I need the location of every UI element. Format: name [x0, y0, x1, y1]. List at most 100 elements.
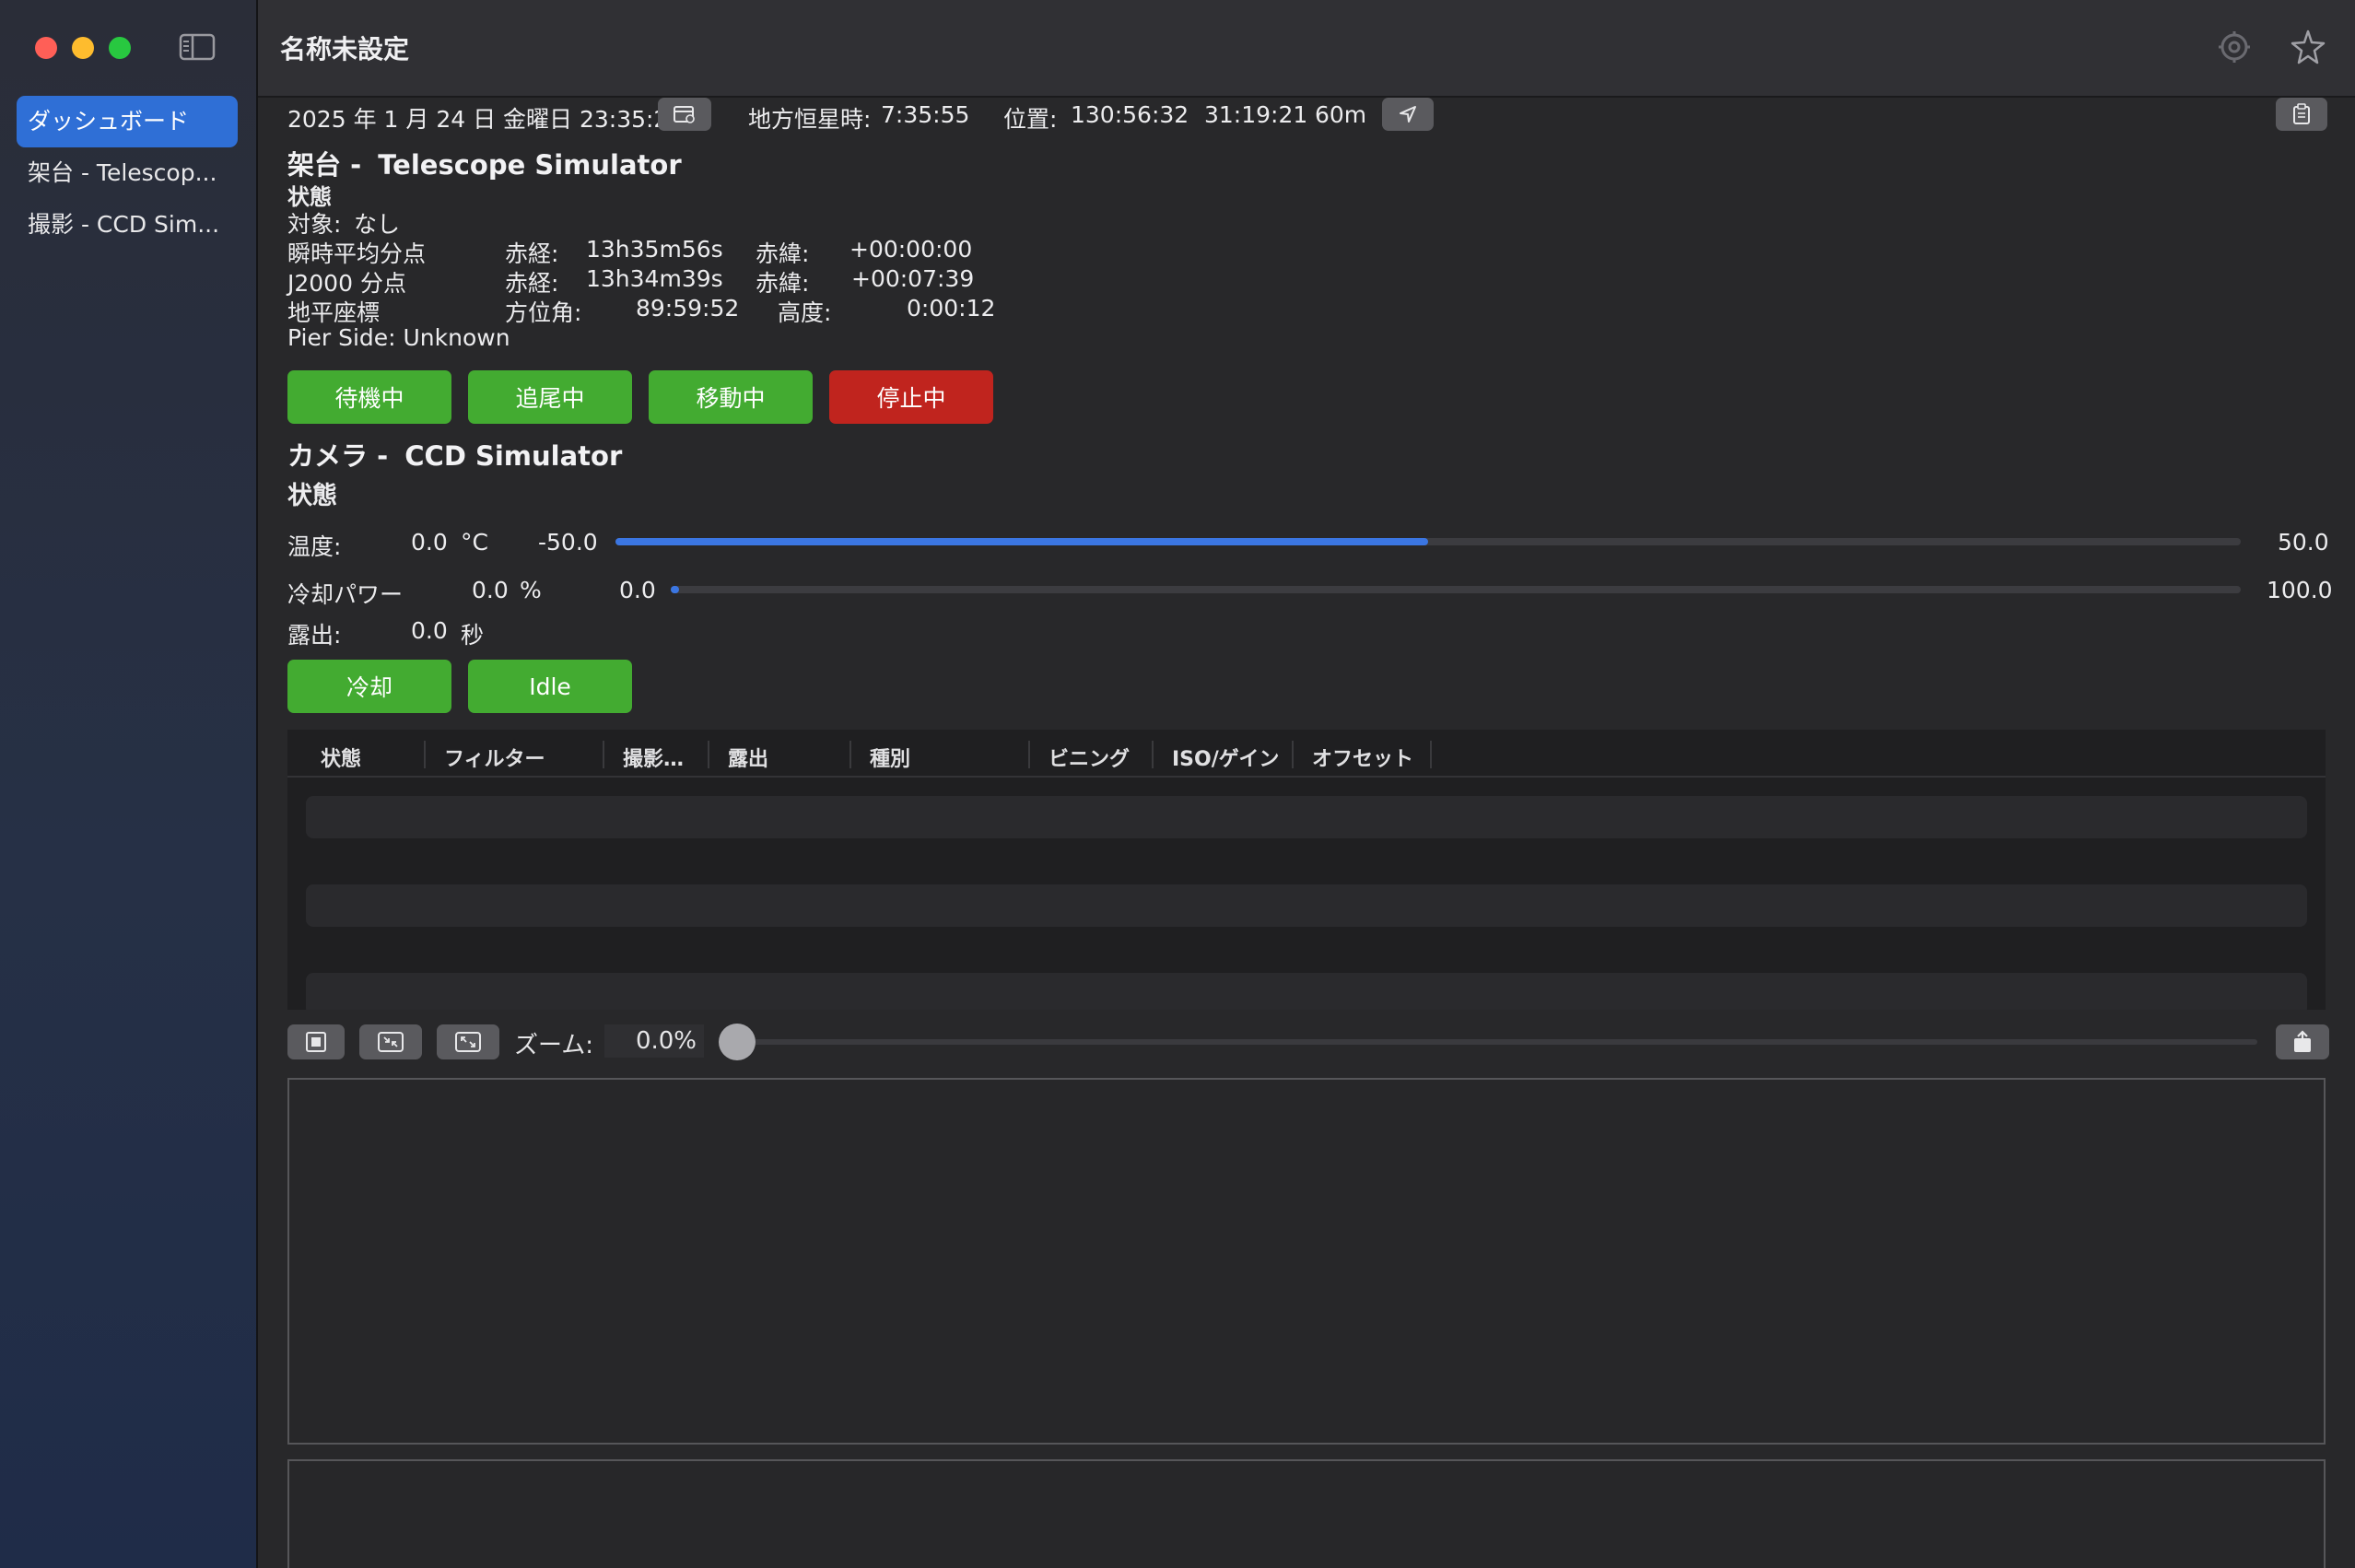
temperature-value: 0.0 — [411, 529, 448, 556]
column-separator — [1152, 741, 1154, 768]
location-longitude: 130:56:32 — [1071, 101, 1189, 128]
slewing-button[interactable]: 移動中 — [649, 370, 813, 424]
sidebar-toggle-icon[interactable] — [179, 33, 216, 61]
image-preview-panel — [287, 1078, 2326, 1445]
table-header: 状態 フィルター 撮影… 露出 種別 ビニング ISO/ゲイン オフセット — [287, 730, 2326, 778]
tracking-button[interactable]: 追尾中 — [468, 370, 632, 424]
cooler-power-min: 0.0 — [619, 577, 656, 603]
column-header-filter[interactable]: フィルター — [444, 743, 545, 772]
coord-key: 方位角: — [505, 299, 582, 326]
table-row[interactable] — [306, 884, 2307, 927]
camera-idle-button[interactable]: Idle — [468, 660, 632, 713]
coord-row-label: 地平座標 — [287, 299, 381, 326]
cooler-power-slider[interactable] — [671, 586, 2241, 593]
sidebar-item-mount[interactable]: 架台 - Telescop... — [17, 147, 238, 199]
mount-target-label: 対象: — [287, 211, 342, 238]
column-header-capture[interactable]: 撮影… — [623, 743, 684, 772]
column-separator — [849, 741, 851, 768]
sidebar-list: ダッシュボード 架台 - Telescop... 撮影 - CCD Sim... — [17, 96, 238, 251]
mount-title-prefix: 架台 - — [287, 149, 362, 181]
zoom-label: ズーム: — [514, 1032, 593, 1059]
zoom-window-button[interactable] — [109, 37, 131, 59]
table-row[interactable] — [306, 973, 2307, 1010]
coord-key: 高度: — [778, 299, 832, 326]
gear-icon[interactable] — [2215, 28, 2254, 66]
location-elevation: 60m — [1315, 101, 1367, 128]
coord-value: 0:00:12 — [907, 295, 996, 322]
sidebar: ダッシュボード 架台 - Telescop... 撮影 - CCD Sim... — [0, 0, 258, 1568]
column-header-iso-gain[interactable]: ISO/ゲイン — [1172, 743, 1279, 772]
cooler-power-unit: % — [520, 577, 542, 603]
close-window-button[interactable] — [35, 37, 57, 59]
coord-key: 赤緯: — [756, 240, 810, 267]
camera-title-name: CCD Simulator — [404, 440, 623, 472]
title-bar: 名称未設定 — [258, 0, 2355, 98]
column-header-binning[interactable]: ビニング — [1049, 743, 1130, 772]
location-latitude: 31:19:21 — [1204, 101, 1308, 128]
coord-key: 赤経: — [505, 270, 559, 297]
exposure-value: 0.0 — [411, 617, 448, 644]
column-separator — [424, 741, 426, 768]
locate-button[interactable] — [1382, 98, 1434, 131]
column-header-offset[interactable]: オフセット — [1312, 743, 1413, 772]
mount-target-value: なし — [354, 211, 401, 238]
zoom-slider-track[interactable] — [719, 1039, 2257, 1045]
stopped-button[interactable]: 停止中 — [829, 370, 993, 424]
table-row[interactable] — [306, 796, 2307, 838]
column-separator — [1430, 741, 1432, 768]
temperature-slider-fill — [615, 538, 1428, 545]
coord-value: 13h34m39s — [586, 265, 723, 292]
camera-title-prefix: カメラ - — [287, 440, 389, 472]
cooler-power-slider-fill — [671, 586, 679, 593]
camera-status-heading: 状態 — [287, 482, 337, 510]
exposure-unit: 秒 — [461, 622, 485, 649]
sidebar-item-dashboard[interactable]: ダッシュボード — [17, 96, 238, 147]
sidereal-time-value: 7:35:55 — [881, 101, 970, 128]
temperature-min: -50.0 — [538, 529, 598, 556]
zoom-in-button[interactable] — [437, 1024, 499, 1059]
log-panel — [287, 1459, 2326, 1568]
share-icon — [2294, 1030, 2311, 1052]
clipboard-icon — [2293, 103, 2310, 124]
column-separator — [603, 741, 604, 768]
sidebar-item-camera[interactable]: 撮影 - CCD Sim... — [17, 199, 238, 251]
location-arrow-icon — [1400, 106, 1416, 123]
zoom-value-field[interactable]: 0.0% — [604, 1024, 704, 1058]
date-time-text: 2025 年 1 月 24 日 金曜日 23:35:28 — [287, 106, 684, 133]
expand-icon — [455, 1032, 481, 1052]
zoom-out-button[interactable] — [359, 1024, 422, 1059]
coord-value: 89:59:52 — [636, 295, 740, 322]
coord-value: 13h35m56s — [586, 236, 723, 263]
location-label: 位置: — [1003, 106, 1058, 133]
exposure-label: 露出: — [287, 622, 342, 649]
zoom-slider-knob[interactable] — [719, 1024, 756, 1060]
fit-to-window-button[interactable] — [287, 1024, 345, 1059]
coord-row-label: J2000 分点 — [287, 270, 406, 297]
cool-button[interactable]: 冷却 — [287, 660, 451, 713]
coord-value: +00:07:39 — [851, 265, 975, 292]
cooler-power-label: 冷却パワー — [287, 581, 404, 608]
column-header-status[interactable]: 状態 — [321, 743, 361, 772]
minimize-window-button[interactable] — [72, 37, 94, 59]
coord-key: 赤経: — [505, 240, 559, 267]
idle-button[interactable]: 待機中 — [287, 370, 451, 424]
pier-side-text: Pier Side: Unknown — [287, 324, 510, 351]
cooler-power-value: 0.0 — [472, 577, 509, 603]
app-window: ダッシュボード 架台 - Telescop... 撮影 - CCD Sim...… — [0, 0, 2355, 1568]
dashboard-content: 2025 年 1 月 24 日 金曜日 23:35:28 地方恒星時: 7:35… — [258, 98, 2355, 1568]
temperature-label: 温度: — [287, 533, 342, 560]
coord-value: +00:00:00 — [849, 236, 973, 263]
star-sparkle-icon[interactable] — [2289, 28, 2327, 66]
column-header-exposure[interactable]: 露出 — [728, 743, 768, 772]
share-button[interactable] — [2276, 1024, 2329, 1059]
mount-section-title: 架台 - Telescope Simulator — [287, 144, 682, 182]
column-header-type[interactable]: 種別 — [870, 743, 910, 772]
temperature-max: 50.0 — [2278, 529, 2329, 556]
coord-key: 赤緯: — [756, 270, 810, 297]
temperature-slider[interactable] — [615, 538, 2241, 545]
clipboard-button[interactable] — [2276, 98, 2327, 131]
calendar-button[interactable] — [658, 98, 711, 131]
column-separator — [708, 741, 709, 768]
sequence-table: 状態 フィルター 撮影… 露出 種別 ビニング ISO/ゲイン オフセット — [287, 730, 2326, 1010]
sidereal-time-label: 地方恒星時: — [748, 106, 872, 133]
